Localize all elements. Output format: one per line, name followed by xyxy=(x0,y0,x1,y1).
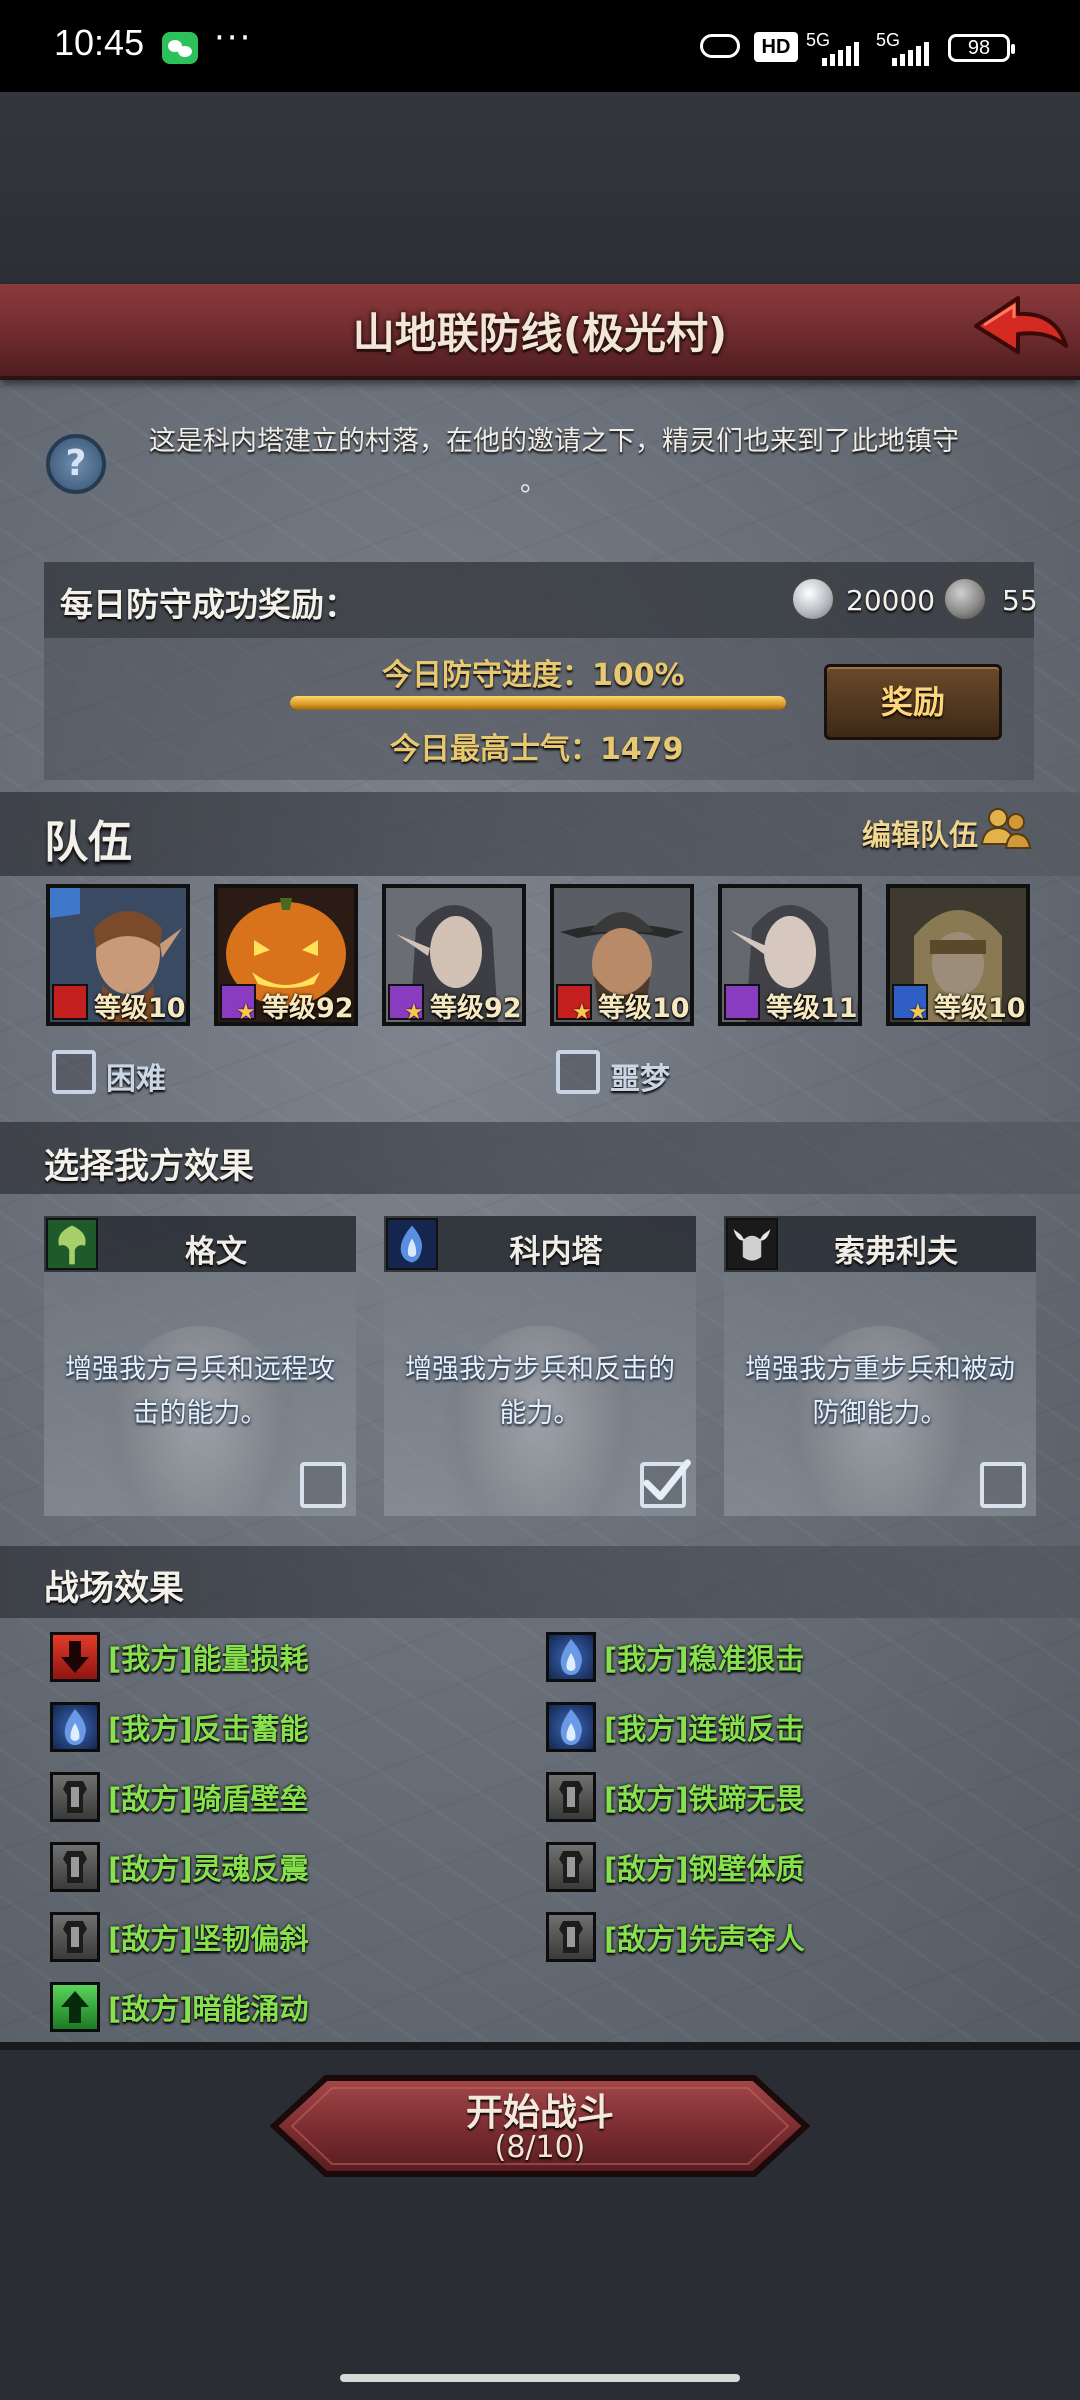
effect-card-name: 格文 xyxy=(185,1234,247,1270)
location-description: 这是科内塔建立的村落，在他的邀请之下，精灵们也来到了此地镇守 xyxy=(149,426,959,457)
start-battle-label[interactable]: 开始战斗 xyxy=(270,2082,810,2136)
hard-mode-label[interactable]: 困难 xyxy=(106,1054,166,1098)
blue-flame-icon xyxy=(546,1632,596,1682)
armor-icon xyxy=(546,1772,596,1822)
iron-coin-amount: 55 xyxy=(1002,584,1038,617)
horse-icon xyxy=(52,984,88,1020)
battle-effect-label[interactable]: [我方]稳准狠击 xyxy=(604,1636,805,1678)
hero-level: 等级100 xyxy=(94,993,186,1024)
more-icon: ··· xyxy=(214,18,253,58)
hero-level: 等级108 xyxy=(598,993,690,1024)
hero-level: 等级92 xyxy=(262,993,354,1024)
top-backdrop xyxy=(0,92,1080,284)
effect-card-desc: 增强我方重步兵和被动防御能力。 xyxy=(745,1354,1015,1429)
staff-icon xyxy=(724,984,760,1020)
battle-effect-label[interactable]: [我方]能量损耗 xyxy=(108,1636,309,1678)
battlefield-section-title: 战场效果 xyxy=(44,1569,185,1609)
hero-portrait-1[interactable]: 等级100 xyxy=(46,884,190,1026)
silver-coin-amount: 20000 xyxy=(846,584,936,617)
effect-checkbox-gewen[interactable] xyxy=(300,1462,346,1508)
battle-effect-label[interactable]: [敌方]灵魂反震 xyxy=(108,1846,309,1888)
edit-team-icon[interactable] xyxy=(980,804,1032,852)
armor-icon xyxy=(50,1842,100,1892)
nightmare-mode-label[interactable]: 噩梦 xyxy=(610,1054,670,1098)
reward-button[interactable]: 奖励 xyxy=(824,664,1002,740)
blue-flame-icon xyxy=(50,1702,100,1752)
help-icon[interactable]: ? xyxy=(46,434,106,494)
hero-portrait-3[interactable]: ★ 等级92 xyxy=(382,884,526,1026)
hero-portrait-6[interactable]: ★ 等级100 xyxy=(886,884,1030,1026)
status-time: 10:45 xyxy=(54,22,145,63)
team-title: 队伍 xyxy=(44,817,132,868)
star-icon: ★ xyxy=(572,1000,592,1025)
armor-icon xyxy=(546,1842,596,1892)
hd-badge: HD xyxy=(754,32,798,62)
hero-portrait-4[interactable]: ★ 等级108 xyxy=(550,884,694,1026)
battle-effect-label[interactable]: [敌方]坚韧偏斜 xyxy=(108,1916,309,1958)
nightmare-mode-checkbox[interactable] xyxy=(556,1050,600,1094)
defense-progress-fill xyxy=(290,696,786,710)
defense-progress-label: 今日防守进度：100% xyxy=(382,658,685,693)
arrow-down-icon xyxy=(50,1632,100,1682)
hero-portrait-2[interactable]: ★ 等级92 xyxy=(214,884,358,1026)
arrow-up-icon xyxy=(50,1982,100,2032)
edit-team-button[interactable]: 编辑队伍 xyxy=(862,812,978,854)
battle-effect-label[interactable]: [我方]反击蓄能 xyxy=(108,1706,309,1748)
effect-checkbox-sofulif[interactable] xyxy=(980,1462,1026,1508)
signal-bars-1-icon xyxy=(822,38,859,66)
daily-reward-title: 每日防守成功奖励： xyxy=(60,585,357,624)
hero-portrait-5[interactable]: 等级110 xyxy=(718,884,862,1026)
silver-coin-icon xyxy=(790,576,836,622)
effect-checkbox-koneta[interactable] xyxy=(640,1459,691,1508)
battle-effect-label[interactable]: [敌方]暗能涌动 xyxy=(108,1986,309,2028)
hard-mode-checkbox[interactable] xyxy=(52,1050,96,1094)
back-button[interactable] xyxy=(970,292,1070,364)
star-icon: ★ xyxy=(404,1000,424,1025)
effect-card-desc: 增强我方弓兵和远程攻击的能力。 xyxy=(65,1354,335,1429)
battery-icon: 98 xyxy=(948,34,1015,62)
link-icon xyxy=(700,34,740,58)
star-icon: ★ xyxy=(908,1000,928,1025)
blue-flame-icon xyxy=(546,1702,596,1752)
battle-effect-label[interactable]: [我方]连锁反击 xyxy=(604,1706,805,1748)
effect-card-desc: 增强我方步兵和反击的能力。 xyxy=(405,1354,675,1429)
star-icon: ★ xyxy=(236,1000,256,1025)
battle-effect-label[interactable]: [敌方]铁蹄无畏 xyxy=(604,1776,805,1818)
wechat-icon xyxy=(162,32,198,64)
battle-effect-label[interactable]: [敌方]钢壁体质 xyxy=(604,1846,805,1888)
description-trailing: 。 xyxy=(520,467,547,498)
armor-icon xyxy=(50,1772,100,1822)
home-indicator[interactable] xyxy=(340,2374,740,2382)
effect-card-name: 索弗利夫 xyxy=(834,1234,958,1270)
signal-bars-2-icon xyxy=(892,38,929,66)
iron-coin-icon xyxy=(942,576,988,622)
effect-card-name: 科内塔 xyxy=(509,1234,603,1270)
battle-effect-label[interactable]: [敌方]先声夺人 xyxy=(604,1916,805,1958)
hero-level: 等级92 xyxy=(430,993,522,1024)
footer-divider xyxy=(0,2042,1080,2050)
battle-attempts-count: (8/10) xyxy=(494,2130,586,2165)
hero-level: 等级100 xyxy=(934,993,1026,1024)
hero-level: 等级110 xyxy=(766,993,858,1024)
max-morale-label: 今日最高士气：1479 xyxy=(390,732,684,767)
armor-icon xyxy=(546,1912,596,1962)
effect-section-title: 选择我方效果 xyxy=(44,1147,255,1187)
battle-effect-label[interactable]: [敌方]骑盾壁垒 xyxy=(108,1776,309,1818)
armor-icon xyxy=(50,1912,100,1962)
checkmark-icon xyxy=(643,1459,691,1501)
page-title: 山地联防线(极光村) xyxy=(352,309,728,358)
